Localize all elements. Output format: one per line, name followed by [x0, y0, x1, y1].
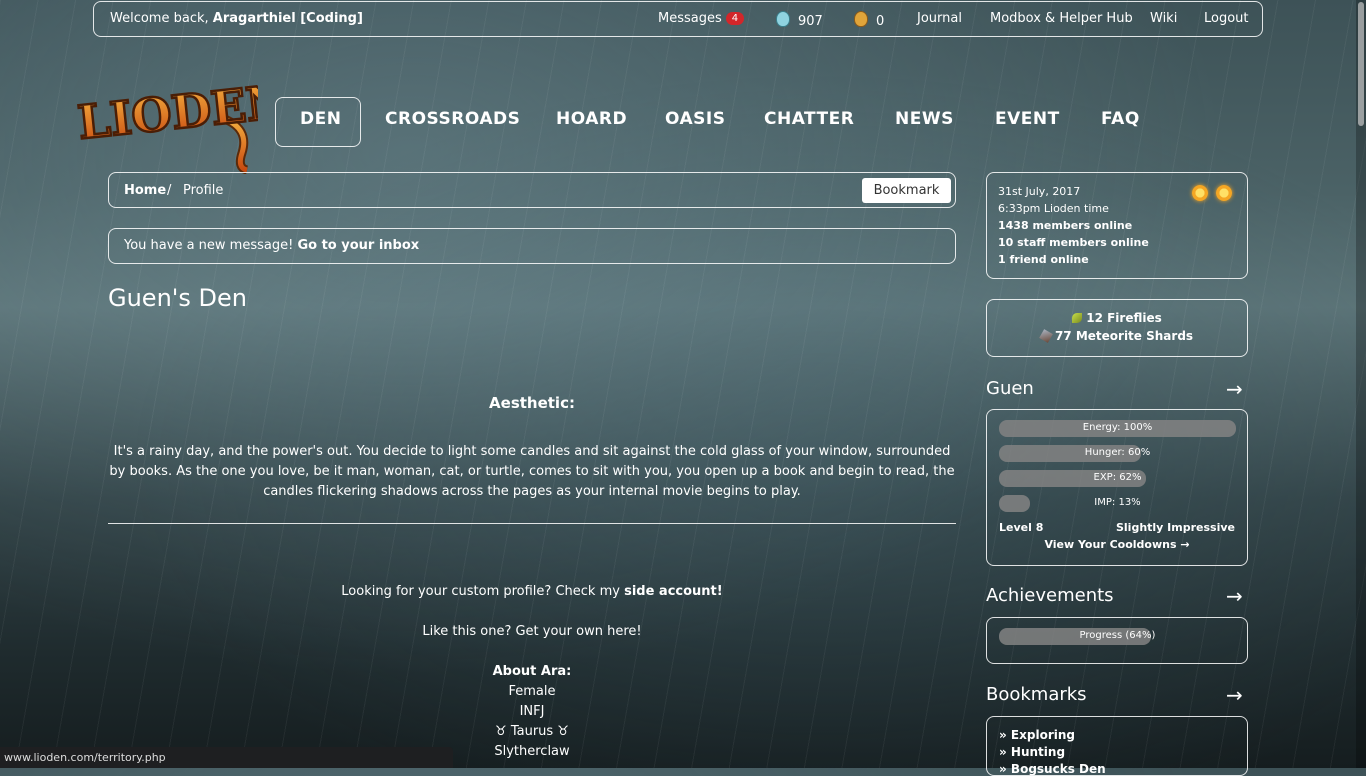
about-heading: About Ara: — [492, 664, 572, 679]
imp-bar: IMP: 13% — [999, 495, 1236, 512]
meteorite-shards: 77 Meteorite Shards — [987, 329, 1247, 343]
aesthetic-heading: Aesthetic: — [489, 394, 575, 412]
aesthetic-text: It's a rainy day, and the power's out. Y… — [109, 444, 955, 499]
journal-link[interactable]: Journal — [917, 11, 962, 26]
breadcrumb-separator: / — [167, 183, 172, 198]
about-mbti: INFJ — [519, 704, 545, 719]
achievements-panel: Progress (64%) — [986, 617, 1248, 664]
achievement-progress-bar: Progress (64%) — [999, 628, 1236, 645]
bookmark-item[interactable]: » Hunting — [999, 745, 1065, 759]
weather-sun-icon — [1216, 185, 1232, 201]
bookmark-item[interactable]: » Exploring — [999, 728, 1075, 742]
firefly-icon — [1072, 313, 1083, 323]
sun-icon — [1192, 185, 1208, 201]
logout-link[interactable]: Logout — [1204, 11, 1249, 26]
lion-stats-panel: Energy: 100% Hunger: 60% EXP: 62% IMP: 1… — [986, 409, 1248, 566]
bookmark-button[interactable]: Bookmark — [862, 178, 951, 203]
staff-online[interactable]: 10 staff members online — [998, 236, 1149, 249]
gold-currency[interactable]: 0 — [854, 11, 884, 29]
imp-rank: Slightly Impressive — [1115, 521, 1235, 534]
bookmarks-arrow-icon[interactable]: → — [1226, 683, 1243, 707]
about-sign: ♉ Taurus ♉ — [495, 724, 569, 739]
about-gender: Female — [508, 684, 556, 699]
page-title: Guen's Den — [108, 284, 247, 312]
date-text: 31st July, 2017 — [998, 185, 1081, 198]
gold-beetle-icon — [854, 11, 868, 27]
nav-news[interactable]: NEWS — [895, 109, 954, 129]
nav-oasis[interactable]: OASIS — [665, 109, 725, 129]
fireflies: 12 Fireflies — [987, 311, 1247, 325]
breadcrumb-home[interactable]: Home — [124, 183, 166, 198]
members-online[interactable]: 1438 members online — [998, 219, 1132, 232]
divider — [108, 523, 956, 524]
nav-chatter[interactable]: CHATTER — [764, 109, 854, 129]
achievements-arrow-icon[interactable]: → — [1226, 584, 1243, 608]
exp-bar: EXP: 62% — [999, 470, 1236, 487]
server-info-panel: 31st July, 2017 6:33pm Lioden time 1438 … — [986, 172, 1248, 279]
browser-status-url: www.lioden.com/territory.php — [0, 747, 453, 768]
nav-event[interactable]: EVENT — [995, 109, 1060, 129]
energy-bar: Energy: 100% — [999, 420, 1236, 437]
wiki-link[interactable]: Wiki — [1150, 11, 1177, 26]
hunger-bar: Hunger: 60% — [999, 445, 1236, 462]
lion-level: Level 8 — [999, 521, 1044, 534]
nav-hoard[interactable]: HOARD — [556, 109, 627, 129]
blue-currency[interactable]: 907 — [776, 11, 823, 29]
welcome-text: Welcome back, Aragarthiel [Coding] — [110, 11, 363, 26]
bookmarks-panel: » Exploring » Hunting » Bogsucks Den — [986, 716, 1248, 776]
username-link[interactable]: Aragarthiel [Coding] — [213, 11, 363, 26]
new-message-notice: You have a new message! Go to your inbox — [108, 228, 956, 264]
scrollbar-thumb[interactable] — [1358, 2, 1364, 126]
cooldowns-link[interactable]: View Your Cooldowns → — [987, 538, 1247, 551]
inbox-link[interactable]: Go to your inbox — [297, 238, 419, 253]
messages-count-badge: 4 — [725, 12, 745, 25]
friends-online[interactable]: 1 friend online — [998, 253, 1089, 266]
achievements-heading[interactable]: Achievements — [986, 585, 1114, 606]
messages-link[interactable]: Messages 4 — [658, 11, 745, 26]
top-bar: Welcome back, Aragarthiel [Coding] Messa… — [93, 1, 1263, 37]
meteorite-icon — [1039, 329, 1053, 343]
nav-den[interactable]: DEN — [300, 109, 341, 129]
nav-crossroads[interactable]: CROSSROADS — [385, 109, 520, 129]
get-your-own-link[interactable]: Like this one? Get your own here! — [108, 624, 956, 639]
currency-panel: 12 Fireflies 77 Meteorite Shards — [986, 299, 1248, 357]
logo-text: LIODEN — [75, 74, 258, 150]
custom-profile-line: Looking for your custom profile? Check m… — [341, 584, 723, 599]
lioden-logo[interactable]: LIODEN — [72, 58, 258, 174]
nav-faq[interactable]: FAQ — [1101, 109, 1140, 129]
notice-text: You have a new message! — [124, 238, 294, 253]
bookmark-item[interactable]: » Bogsucks Den — [999, 762, 1106, 776]
breadcrumb-current: Profile — [183, 183, 224, 198]
lion-arrow-icon[interactable]: → — [1226, 377, 1243, 401]
breadcrumb: Home / Profile Bookmark — [108, 172, 956, 208]
bookmarks-heading[interactable]: Bookmarks — [986, 684, 1087, 705]
time-text: 6:33pm Lioden time — [998, 202, 1109, 215]
side-account-link[interactable]: side account! — [624, 584, 723, 599]
blue-beetle-icon — [776, 11, 790, 27]
lion-name-heading[interactable]: Guen — [986, 378, 1034, 399]
modbox-link[interactable]: Modbox & Helper Hub — [990, 11, 1133, 26]
